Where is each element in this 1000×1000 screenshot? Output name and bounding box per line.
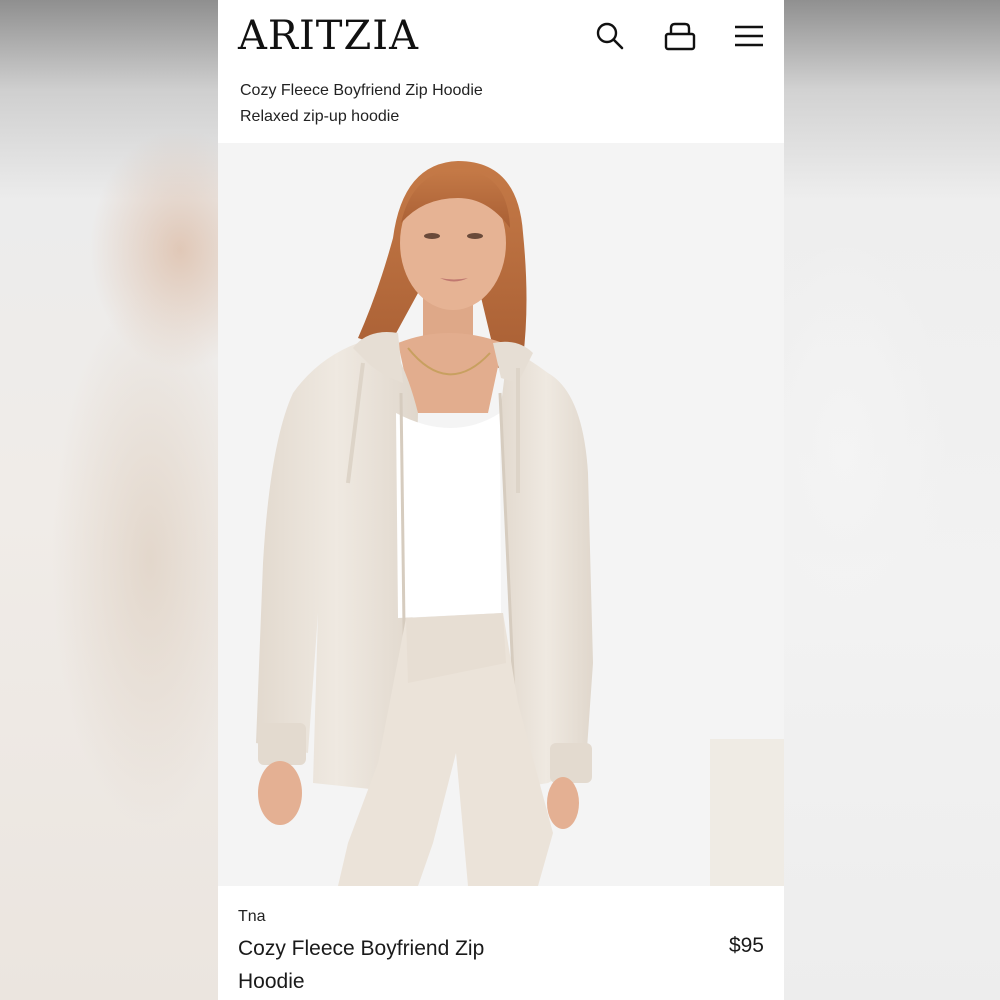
summary-title: Cozy Fleece Boyfriend Zip Hoodie: [240, 82, 483, 99]
summary-description: Relaxed zip-up hoodie: [240, 108, 400, 125]
site-header: ARITZIA: [218, 0, 784, 72]
product-info: Tna Cozy Fleece Boyfriend Zip Hoodie $95: [218, 886, 784, 1000]
next-image-peek: [710, 739, 784, 886]
product-page: ARITZIA Cozy Fleece Boyfriend Zip Hoodie…: [218, 0, 784, 1000]
shopping-bag-icon[interactable]: [662, 18, 698, 54]
search-icon[interactable]: [592, 18, 628, 54]
blurred-backdrop-right: [784, 0, 1000, 1000]
menu-icon[interactable]: [731, 18, 767, 54]
product-price: $95: [728, 934, 764, 957]
product-image[interactable]: [218, 143, 784, 886]
product-brand[interactable]: Tna: [238, 908, 266, 926]
blurred-backdrop-left: [0, 0, 218, 1000]
product-name[interactable]: Cozy Fleece Boyfriend Zip Hoodie: [238, 932, 538, 998]
product-summary: Cozy Fleece Boyfriend Zip Hoodie Relaxed…: [240, 78, 760, 130]
aritzia-logo[interactable]: ARITZIA: [238, 12, 419, 60]
